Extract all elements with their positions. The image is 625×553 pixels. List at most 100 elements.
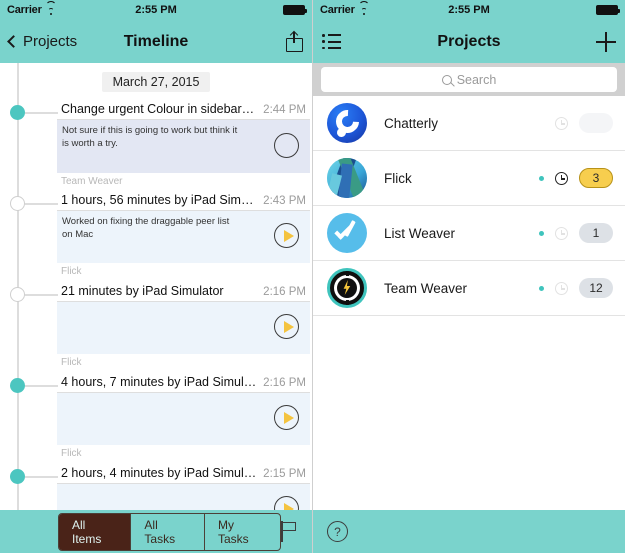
clock-icon[interactable] [555, 116, 568, 130]
play-icon[interactable] [274, 405, 299, 430]
card-body [57, 302, 310, 354]
card-header: 21 minutes by iPad Simulator 2:16 PM [57, 282, 310, 302]
list-item[interactable]: Chatterly [313, 96, 625, 151]
entry-time: 2:16 PM [263, 377, 306, 389]
status-right-group [596, 5, 620, 15]
date-header: March 27, 2015 [101, 72, 211, 92]
timeline-node-icon [10, 105, 25, 120]
plus-icon [596, 31, 616, 52]
project-name: Chatterly [384, 115, 439, 131]
entry-time: 2:15 PM [263, 468, 306, 480]
timeline-connector [25, 112, 58, 114]
bottom-toolbar-right: ? [313, 510, 625, 553]
nav-bar-left: Projects Timeline [0, 20, 312, 63]
list-item[interactable]: Flick 3 [313, 151, 625, 206]
entry-time: 2:44 PM [263, 104, 306, 116]
entry-project-label: Team Weaver [61, 176, 123, 187]
dual-phone-screenshot: Carrier 2:55 PM Projects Timeline March [0, 0, 625, 553]
entry-title: 21 minutes by iPad Simulator [61, 284, 224, 298]
play-icon[interactable] [274, 223, 299, 248]
entry-title: Change urgent Colour in sidebar to... [61, 102, 264, 116]
entry-action[interactable] [274, 133, 299, 158]
back-button[interactable]: Projects [7, 33, 78, 50]
share-button[interactable] [286, 30, 303, 52]
timeline-list[interactable]: March 27, 2015 Change urgent Colour in s… [0, 63, 312, 553]
status-bar-left: Carrier 2:55 PM [0, 0, 312, 20]
timeline-connector [25, 476, 58, 478]
timeline-connector [25, 203, 58, 205]
status-bar-right: Carrier 2:55 PM [313, 0, 625, 20]
timeline-node-icon [10, 196, 25, 211]
search-placeholder: Search [456, 72, 497, 87]
activity-dot-icon [539, 175, 544, 181]
teamweaver-app-icon [327, 268, 367, 308]
add-project-button[interactable] [596, 31, 616, 52]
list-item[interactable]: List Weaver 1 [313, 206, 625, 261]
timeline-card[interactable]: 21 minutes by iPad Simulator 2:16 PM Fli… [57, 282, 310, 368]
card-body: Not sure if this is going to work but th… [57, 120, 310, 173]
entry-project-label: Flick [61, 448, 82, 459]
card-header: 4 hours, 7 minutes by iPad Simulator 2:1… [57, 373, 310, 393]
entry-project-label: Flick [61, 357, 82, 368]
timeline-card[interactable]: Change urgent Colour in sidebar to... 2:… [57, 100, 310, 187]
activity-dot-icon [539, 285, 544, 291]
timeline-node-icon [10, 378, 25, 393]
clock-icon[interactable] [555, 226, 568, 240]
card-header: 1 hours, 56 minutes by iPad Simul... 2:4… [57, 191, 310, 211]
list-item[interactable]: Team Weaver 12 [313, 261, 625, 316]
battery-icon [596, 5, 620, 15]
project-name: List Weaver [384, 225, 456, 241]
task-count-badge [579, 113, 613, 133]
flag-icon[interactable] [281, 521, 297, 542]
project-name: Flick [384, 170, 412, 186]
help-icon[interactable]: ? [327, 521, 348, 542]
play-icon[interactable] [274, 314, 299, 339]
project-meta: 12 [539, 278, 613, 298]
timeline-card[interactable]: 4 hours, 7 minutes by iPad Simulator 2:1… [57, 373, 310, 459]
list-icon [322, 34, 341, 49]
status-right-group [283, 5, 307, 15]
project-name: Team Weaver [384, 280, 468, 296]
entry-project-label: Flick [61, 266, 82, 277]
clock-icon[interactable] [555, 171, 568, 185]
timeline-node-icon [10, 287, 25, 302]
segment-all-tasks[interactable]: All Tasks [131, 513, 205, 550]
segment-all-items[interactable]: All Items [59, 513, 132, 550]
entry-title: 1 hours, 56 minutes by iPad Simul... [61, 193, 262, 207]
listweaver-app-icon [327, 213, 367, 253]
bottom-toolbar-left: All Items All Tasks My Tasks [0, 510, 312, 553]
card-header: Change urgent Colour in sidebar to... 2:… [57, 100, 310, 120]
filter-segmented-control[interactable]: All Items All Tasks My Tasks [58, 512, 282, 551]
status-time: 2:55 PM [448, 4, 490, 16]
project-meta: 1 [539, 223, 613, 243]
entry-note: Worked on fixing the draggable peer list… [62, 216, 230, 240]
timeline-card[interactable]: 1 hours, 56 minutes by iPad Simul... 2:4… [57, 191, 310, 277]
entry-title: 2 hours, 4 minutes by iPad Simulator [61, 466, 264, 480]
back-button-label: Projects [23, 33, 78, 50]
segment-my-tasks[interactable]: My Tasks [205, 514, 280, 550]
entry-time: 2:16 PM [263, 286, 306, 298]
battery-icon [283, 5, 307, 15]
card-body: Worked on fixing the draggable peer list… [57, 211, 310, 263]
entry-action[interactable] [274, 314, 299, 339]
search-icon [441, 74, 452, 85]
entry-action[interactable] [274, 405, 299, 430]
projects-list[interactable]: Chatterly Flick 3 List Weaver 1 Team Wea… [313, 96, 625, 316]
chatterly-app-icon [327, 103, 367, 143]
share-icon [286, 30, 303, 52]
flick-app-icon [327, 158, 367, 198]
chevron-left-icon [7, 35, 20, 48]
clock-icon[interactable] [555, 281, 568, 295]
projects-screen: Carrier 2:55 PM Projects Search Chatterl… [312, 0, 625, 553]
timeline-node-icon [10, 469, 25, 484]
entry-action[interactable] [274, 223, 299, 248]
empty-circle-icon[interactable] [274, 133, 299, 158]
menu-button[interactable] [322, 34, 341, 49]
timeline-connector [25, 385, 58, 387]
card-header: 2 hours, 4 minutes by iPad Simulator 2:1… [57, 464, 310, 484]
project-meta: 3 [539, 168, 613, 188]
page-title: Projects [437, 32, 501, 50]
project-meta [539, 113, 613, 133]
search-input[interactable]: Search [321, 67, 617, 92]
entry-title: 4 hours, 7 minutes by iPad Simulator [61, 375, 264, 389]
